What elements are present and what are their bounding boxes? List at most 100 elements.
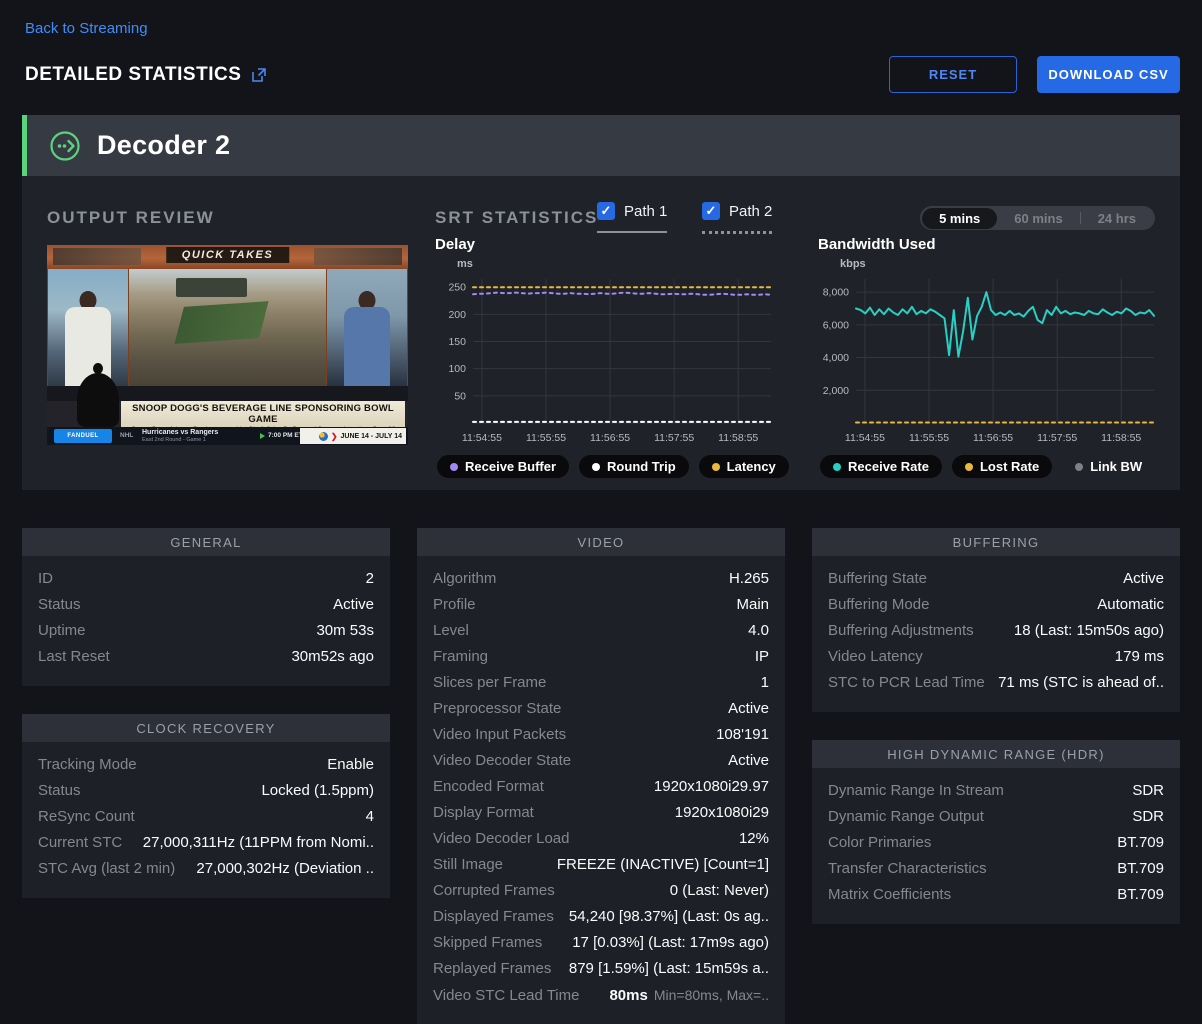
video-thumbnail: QUICK TAKES SNOOP DOGG'S BEVERAGE LINE S… — [47, 245, 408, 445]
delay-chart-block: Delay ms 5010015020025011:54:5511:55:551… — [427, 236, 783, 478]
svg-text:11:54:55: 11:54:55 — [845, 432, 885, 444]
stat-row-stc-pcr-lead: STC to PCR Lead Time71 ms (STC is ahead … — [812, 670, 1180, 696]
stat-row-clock-status: StatusLocked (1.5ppm) — [22, 778, 390, 804]
svg-text:11:56:55: 11:56:55 — [973, 432, 1013, 444]
svg-text:11:55:55: 11:55:55 — [526, 432, 566, 444]
general-panel-title: GENERAL — [22, 528, 390, 556]
legend-receive-rate[interactable]: Receive Rate — [820, 455, 942, 478]
back-to-streaming-link[interactable]: Back to Streaming — [25, 20, 148, 37]
svg-text:8,000: 8,000 — [823, 287, 849, 299]
sports-ticker: FANDUEL NHL Hurricanes vs Rangers East 2… — [47, 427, 408, 445]
svg-text:11:55:55: 11:55:55 — [909, 432, 949, 444]
time-range-selector: 5 mins 60 mins 24 hrs — [920, 206, 1155, 230]
commentator-right — [326, 269, 408, 386]
range-option-60mins[interactable]: 60 mins — [997, 208, 1079, 229]
stat-row-encoded-format: Encoded Format1920x1080i29.97 — [417, 774, 785, 800]
stat-row-preprocessor: Preprocessor StateActive — [417, 696, 785, 722]
svg-text:11:58:55: 11:58:55 — [718, 432, 758, 444]
stat-row-current-stc: Current STC27,000,311Hz (11PPM from Nomi… — [22, 830, 390, 856]
stat-row-replayed-frames: Replayed Frames879 [1.59%] (Last: 15m59s… — [417, 956, 785, 982]
stat-row-video-stc-lead: Video STC Lead Time80msMin=80ms, Max=.. — [417, 982, 785, 1008]
stat-row-profile: ProfileMain — [417, 592, 785, 618]
buffering-panel-title: BUFFERING — [812, 528, 1180, 556]
path2-toggle[interactable]: Path 2 — [702, 202, 772, 234]
commentator-left — [47, 269, 129, 386]
hdr-panel-title: HIGH DYNAMIC RANGE (HDR) — [812, 740, 1180, 768]
delay-chart-legend: Receive Buffer Round Trip Latency — [437, 455, 783, 478]
general-panel: GENERAL ID2 StatusActive Uptime30m 53s L… — [22, 528, 390, 686]
download-csv-button[interactable]: DOWNLOAD CSV — [1037, 56, 1180, 93]
reset-button[interactable]: RESET — [889, 56, 1017, 93]
decoder-icon — [49, 130, 81, 162]
delay-chart-unit: ms — [457, 258, 783, 270]
svg-text:11:57:55: 11:57:55 — [654, 432, 694, 444]
lower-third-headline: SNOOP DOGG'S BEVERAGE LINE SPONSORING BO… — [121, 403, 405, 425]
legend-lost-rate[interactable]: Lost Rate — [952, 455, 1052, 478]
delay-chart-canvas: 5010015020025011:54:5511:55:5511:56:5511… — [427, 271, 777, 449]
clock-recovery-panel-title: CLOCK RECOVERY — [22, 714, 390, 742]
detailed-statistics-page: Back to Streaming DETAILED STATISTICS RE… — [0, 0, 1202, 1024]
delay-chart-title: Delay — [435, 236, 783, 253]
header-actions: RESET DOWNLOAD CSV — [889, 56, 1180, 93]
output-review-title: OUTPUT REVIEW — [47, 208, 215, 228]
video-panel-title: VIDEO — [417, 528, 785, 556]
stat-row-resync-count: ReSync Count4 — [22, 804, 390, 830]
legend-receive-buffer[interactable]: Receive Buffer — [437, 455, 569, 478]
path1-toggle[interactable]: Path 1 — [597, 202, 667, 233]
svg-text:200: 200 — [448, 309, 466, 321]
stat-row-last-reset: Last Reset30m52s ago — [22, 644, 390, 670]
ticker-detail: East 2nd Round - Game 1 — [142, 437, 206, 443]
stat-row-stc-avg: STC Avg (last 2 min)27,000,302Hz (Deviat… — [22, 856, 390, 882]
show-title: QUICK TAKES — [166, 247, 289, 263]
stat-row-level: Level4.0 — [417, 618, 785, 644]
svg-text:11:56:55: 11:56:55 — [590, 432, 630, 444]
stat-row-input-packets: Video Input Packets108'191 — [417, 722, 785, 748]
stat-row-displayed-frames: Displayed Frames54,240 [98.37%] (Last: 0… — [417, 904, 785, 930]
ticker-time: 7:00 PM ET — [260, 432, 303, 439]
bandwidth-chart-legend: Receive Rate Lost Rate Link BW — [820, 455, 1166, 478]
decoder-header: Decoder 2 — [22, 115, 1180, 176]
stadium-view — [129, 269, 326, 386]
stat-row-display-format: Display Format1920x1080i29 — [417, 800, 785, 826]
stat-row-uptime: Uptime30m 53s — [22, 618, 390, 644]
legend-latency[interactable]: Latency — [699, 455, 789, 478]
promo-arrow-icon: ❯ — [331, 432, 338, 441]
stat-row-skipped-frames: Skipped Frames17 [0.03%] (Last: 17m9s ag… — [417, 930, 785, 956]
stat-row-transfer-characteristics: Transfer CharacteristicsBT.709 — [812, 856, 1180, 882]
stat-row-id: ID2 — [22, 566, 390, 592]
stat-row-corrupted-frames: Corrupted Frames0 (Last: Never) — [417, 878, 785, 904]
open-in-new-window-icon[interactable] — [251, 67, 267, 83]
stat-row-slices: Slices per Frame1 — [417, 670, 785, 696]
bandwidth-chart-block: Bandwidth Used kbps 2,0004,0006,0008,000… — [810, 236, 1166, 478]
srt-statistics-title: SRT STATISTICS — [435, 208, 598, 228]
legend-link-bw[interactable]: Link BW — [1062, 455, 1155, 478]
clock-recovery-panel: CLOCK RECOVERY Tracking ModeEnable Statu… — [22, 714, 390, 898]
stat-row-matrix-coefficients: Matrix CoefficientsBT.709 — [812, 882, 1180, 908]
stat-row-color-primaries: Color PrimariesBT.709 — [812, 830, 1180, 856]
ticker-promo: ❯ JUNE 14 - JULY 14 — [300, 428, 406, 444]
play-icon — [260, 433, 265, 439]
page-title: DETAILED STATISTICS — [25, 64, 241, 86]
hdr-panel: HIGH DYNAMIC RANGE (HDR) Dynamic Range I… — [812, 740, 1180, 924]
svg-text:250: 250 — [448, 282, 466, 294]
legend-round-trip[interactable]: Round Trip — [579, 455, 689, 478]
path1-label: Path 1 — [624, 203, 667, 220]
title-row: DETAILED STATISTICS RESET DOWNLOAD CSV — [25, 56, 1180, 93]
stat-row-dynamic-range-in: Dynamic Range In StreamSDR — [812, 778, 1180, 804]
stat-row-status: StatusActive — [22, 592, 390, 618]
statistics-overview-section: OUTPUT REVIEW QUICK TAKES SNOOP DOGG'S B… — [22, 176, 1180, 490]
svg-text:100: 100 — [448, 363, 466, 375]
decoder-name: Decoder 2 — [97, 130, 230, 161]
stat-row-decoder-state: Video Decoder StateActive — [417, 748, 785, 774]
bandwidth-chart-canvas: 2,0004,0006,0008,00011:54:5511:55:5511:5… — [810, 271, 1160, 449]
range-option-24hrs[interactable]: 24 hrs — [1081, 208, 1153, 229]
stat-row-video-latency: Video Latency179 ms — [812, 644, 1180, 670]
path2-checkbox[interactable] — [702, 202, 720, 220]
tournament-logo-icon — [319, 432, 328, 441]
svg-text:4,000: 4,000 — [823, 352, 849, 364]
fanduel-logo: FANDUEL — [54, 429, 112, 443]
buffering-panel: BUFFERING Buffering StateActive Bufferin… — [812, 528, 1180, 712]
lower-third-banner: SNOOP DOGG'S BEVERAGE LINE SPONSORING BO… — [121, 401, 405, 427]
path1-checkbox[interactable] — [597, 202, 615, 220]
range-option-5mins[interactable]: 5 mins — [922, 208, 997, 229]
